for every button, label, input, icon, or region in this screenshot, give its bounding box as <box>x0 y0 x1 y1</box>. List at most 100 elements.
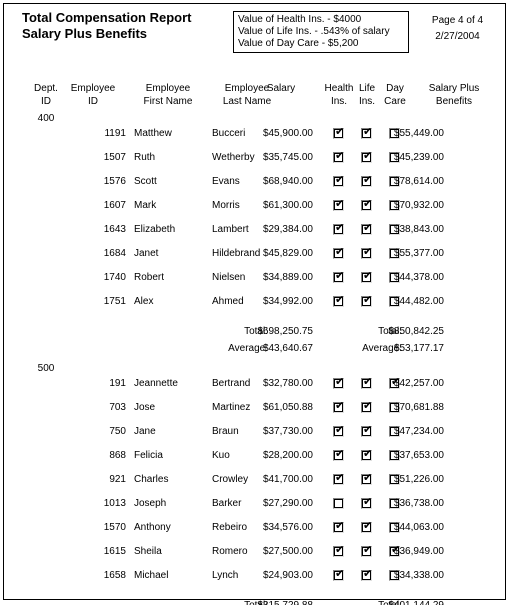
checkbox-health-ins[interactable]: ✔ <box>333 543 345 557</box>
column-header-day-care: Day Care <box>380 82 410 108</box>
checkbox-health-ins-box[interactable]: ✔ <box>333 448 344 461</box>
cell-first-name: Alex <box>134 296 154 307</box>
cell-salary-plus-benefits: $44,378.00 <box>393 272 444 283</box>
cell-salary: $34,889.00 <box>262 272 313 283</box>
column-header-health-ins-line2: Ins. <box>330 96 348 107</box>
cell-employee-id: 703 <box>109 402 126 413</box>
report-title-line1: Total Compensation Report <box>22 10 192 25</box>
column-header-last-name-line2: Last Name <box>222 96 272 107</box>
checkbox-health-ins-box[interactable]: ✔ <box>333 520 344 533</box>
column-header-salary-line1: Salary <box>266 83 296 94</box>
cell-salary-plus-benefits: $42,257.00 <box>393 378 444 389</box>
page-meta: Page 4 of 4 2/27/2004 <box>415 13 500 45</box>
checkbox-health-ins[interactable]: ✔ <box>333 520 344 533</box>
cell-employee-id: 921 <box>109 474 126 485</box>
cell-first-name: Michael <box>134 570 169 581</box>
checkbox-health-ins-box[interactable]: ✔ <box>333 472 344 485</box>
checkbox-health-ins[interactable]: ✔ <box>333 448 344 461</box>
checkbox-health-ins-box[interactable]: ✔ <box>333 221 345 235</box>
cell-employee-id: 1615 <box>103 546 126 557</box>
cell-first-name: Scott <box>134 176 157 187</box>
checkbox-health-ins-box[interactable]: ✔ <box>333 543 345 557</box>
cell-employee-id: 1751 <box>103 296 126 307</box>
checkmark-icon: ✔ <box>335 375 345 388</box>
checkbox-health-ins[interactable]: ✔ <box>333 400 344 413</box>
checkbox-health-ins[interactable]: ✔ <box>333 293 345 307</box>
checkbox-health-ins-box[interactable]: ✔ <box>333 400 344 413</box>
checkmark-icon: ✔ <box>335 221 345 234</box>
cell-first-name: Jeannette <box>134 378 178 389</box>
cell-salary: $34,576.00 <box>262 522 313 533</box>
checkbox-health-ins[interactable]: ✔ <box>333 270 344 283</box>
table-row: 1684 Janet Hildebrand $45,829.00 ✔ ✔ $55,377.0… <box>0 246 509 271</box>
cell-salary: $34,992.00 <box>262 296 313 307</box>
cell-first-name: Janet <box>134 248 159 259</box>
checkbox-health-ins[interactable]: ✔ <box>333 174 344 187</box>
checkbox-health-ins[interactable]: ✔ <box>333 149 345 163</box>
checkbox-health-ins-box[interactable]: ✔ <box>333 568 344 581</box>
group-benefits-total-value: $850,842.25 <box>388 326 444 337</box>
column-header-health-ins: Health Ins. <box>323 82 355 108</box>
cell-salary-plus-benefits: $44,063.00 <box>393 522 444 533</box>
cell-employee-id: 1684 <box>103 248 126 259</box>
cell-salary-plus-benefits: $36,949.00 <box>393 546 444 557</box>
checkbox-health-ins[interactable]: ✔ <box>333 198 344 211</box>
cell-salary-plus-benefits: $51,226.00 <box>393 474 444 485</box>
checkbox-health-ins-box[interactable]: ✔ <box>333 174 344 187</box>
checkbox-health-ins-box[interactable]: ✔ <box>333 198 344 211</box>
cell-employee-id: 1570 <box>103 522 126 533</box>
cell-employee-id: 868 <box>109 450 126 461</box>
cell-salary-plus-benefits: $55,377.00 <box>393 248 444 259</box>
column-header-employee-id-line2: ID <box>88 96 98 107</box>
cell-employee-id: 1013 <box>103 498 126 509</box>
checkbox-health-ins-box[interactable]: ✔ <box>333 246 344 259</box>
cell-salary-plus-benefits: $70,681.88 <box>393 402 444 413</box>
checkbox-health-ins[interactable]: ✔ <box>333 246 344 259</box>
checkmark-icon: ✔ <box>335 293 345 306</box>
column-header-health-ins-line1: Health <box>324 83 354 94</box>
table-row: 921 Charles Crowley $41,700.00 ✔ ✔ $51,226.00 <box>0 472 509 497</box>
cell-salary-plus-benefits: $55,449.00 <box>393 128 444 139</box>
cell-salary: $29,384.00 <box>262 224 313 235</box>
cell-salary-plus-benefits: $44,482.00 <box>393 296 444 307</box>
checkbox-health-ins[interactable]: ✔ <box>333 375 345 389</box>
column-header-life-ins-line2: Ins. <box>358 96 376 107</box>
checkbox-health-ins-box[interactable] <box>333 498 344 509</box>
cell-salary-plus-benefits: $34,338.00 <box>393 570 444 581</box>
checkbox-health-ins-box[interactable]: ✔ <box>333 126 344 139</box>
table-row: 750 Jane Braun $37,730.00 ✔ ✔ $47,234.00 <box>0 424 509 449</box>
checkbox-health-ins[interactable] <box>333 498 344 509</box>
table-row: 703 Jose Martinez $61,050.88 ✔ ✔ $70,681.88 <box>0 400 509 425</box>
column-header-employee-id-line1: Employee <box>70 83 116 94</box>
column-header-spb-line1: Salary Plus <box>428 83 480 94</box>
checkmark-icon: ✔ <box>335 543 345 556</box>
table-row: 868 Felicia Kuo $28,200.00 ✔ ✔ $37,653.00 <box>0 448 509 473</box>
checkmark-icon: ✔ <box>335 149 345 162</box>
note-day-care: Value of Day Care - $5,200 <box>238 38 359 49</box>
cell-salary: $61,050.88 <box>262 402 313 413</box>
cell-first-name: Jose <box>134 402 156 413</box>
checkbox-health-ins[interactable]: ✔ <box>333 568 344 581</box>
group-benefits-total-value: $401,144.29 <box>346 599 444 605</box>
cell-salary: $28,200.00 <box>262 450 313 461</box>
checkbox-health-ins-box[interactable]: ✔ <box>333 293 345 307</box>
cell-first-name: Sheila <box>134 546 162 557</box>
checkbox-health-ins-box[interactable]: ✔ <box>333 424 344 437</box>
cell-salary: $32,780.00 <box>262 378 313 389</box>
column-header-first-name-line2: First Name <box>143 96 193 107</box>
checkbox-health-ins[interactable]: ✔ <box>333 424 344 437</box>
column-header-day-care-line1: Day <box>386 83 404 94</box>
checkbox-health-ins[interactable]: ✔ <box>333 472 344 485</box>
benefit-values-note-box: Value of Health Ins. - $4000 Value of Li… <box>233 11 409 53</box>
column-header-first-name-line1: Employee <box>145 83 191 94</box>
cell-salary: $45,829.00 <box>262 248 313 259</box>
checkbox-health-ins-box[interactable]: ✔ <box>333 375 345 389</box>
checkbox-health-ins-box[interactable]: ✔ <box>333 149 345 163</box>
note-life-insurance: Value of Life Ins. - .543% of salary <box>238 26 390 37</box>
checkbox-health-ins-box[interactable]: ✔ <box>333 270 344 283</box>
checkbox-health-ins[interactable]: ✔ <box>333 126 344 139</box>
cell-first-name: Felicia <box>134 450 163 461</box>
cell-employee-id: 1740 <box>103 272 126 283</box>
cell-employee-id: 1191 <box>104 128 126 139</box>
checkbox-health-ins[interactable]: ✔ <box>333 221 345 235</box>
